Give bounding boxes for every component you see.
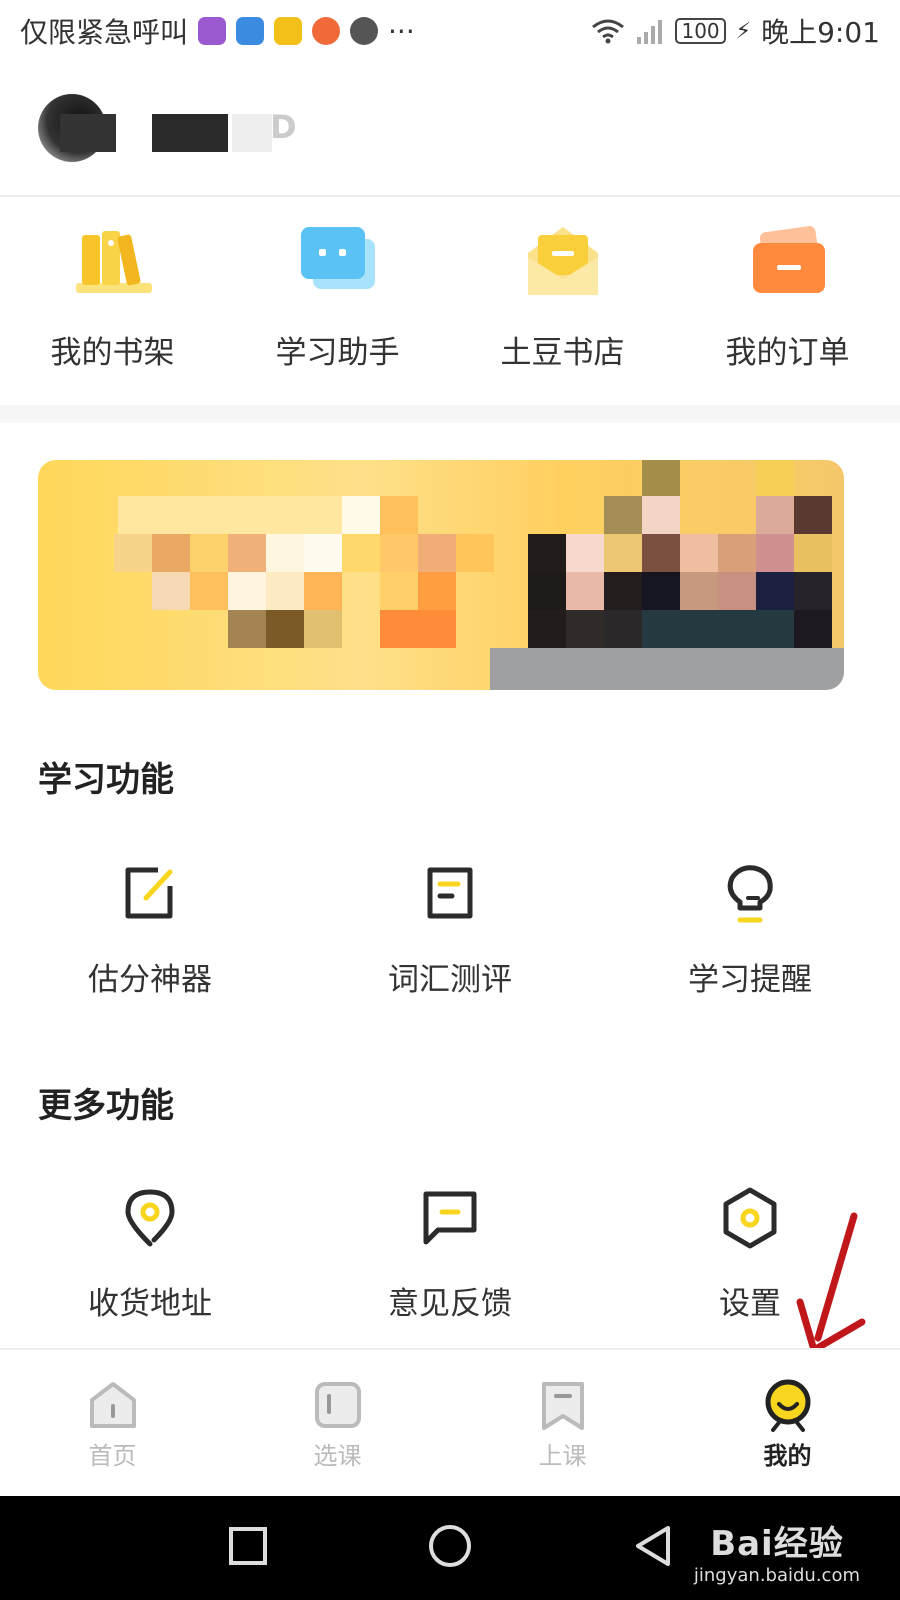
redacted-name-block (152, 114, 228, 152)
signal-icon (637, 20, 663, 44)
tab-mine[interactable]: 我的 (675, 1350, 900, 1496)
promo-banner[interactable] (38, 460, 844, 690)
func-score-estimator[interactable]: 估分神器 (0, 862, 300, 999)
chat-assistant-icon (300, 227, 375, 289)
func-label: 学习提醒 (688, 962, 812, 998)
app-notification-icon (198, 17, 227, 45)
course-icon (314, 1382, 361, 1428)
wechat-notification-icon (350, 17, 379, 45)
bottom-tab-bar: 首页 选课 上课 我的 (0, 1348, 900, 1496)
app-notification-icon (274, 17, 303, 45)
func-label: 估分神器 (88, 962, 212, 998)
quick-action-label: 土豆书店 (500, 335, 625, 371)
quick-action-label: 我的订单 (725, 335, 850, 371)
func-label: 意见反馈 (388, 1286, 512, 1322)
watermark-url: jingyan.baidu.com (693, 1565, 860, 1586)
document-icon (427, 867, 473, 919)
tab-label: 上课 (538, 1442, 587, 1470)
wallet-order-icon (752, 226, 825, 293)
feedback-icon (423, 1191, 477, 1245)
redacted-name-block (232, 114, 272, 152)
tab-label: 我的 (763, 1442, 812, 1470)
profile-face-icon (765, 1379, 810, 1432)
func-shipping-address[interactable]: 收货地址 (0, 1186, 300, 1323)
back-button-icon[interactable] (632, 1524, 672, 1568)
section-title-more: 更多功能 (38, 1086, 174, 1126)
quick-actions-row: 我的书架 学习助手 土豆书店 我的订单 (0, 197, 900, 407)
envelope-store-icon (527, 227, 598, 295)
status-bar: 仅限紧急呼叫 ··· 100 ⚡ 晚上9:01 (0, 0, 900, 62)
quick-action-label: 我的书架 (50, 335, 175, 371)
func-feedback[interactable]: 意见反馈 (300, 1186, 600, 1323)
app-notification-icon (312, 17, 341, 45)
func-label: 词汇测评 (388, 962, 512, 998)
watermark-brand: Bai经验 (710, 1524, 844, 1564)
baidu-watermark: Bai经验 jingyan.baidu.com (694, 1516, 860, 1586)
tab-courses[interactable]: 选课 (225, 1350, 450, 1496)
wifi-icon (592, 19, 625, 44)
section-title-study: 学习功能 (38, 760, 174, 800)
func-study-reminder[interactable]: 学习提醒 (600, 862, 900, 999)
tab-label: 选课 (313, 1442, 362, 1470)
quick-action-label: 学习助手 (275, 335, 400, 371)
tab-class[interactable]: 上课 (450, 1350, 675, 1496)
home-icon (89, 1382, 136, 1428)
edit-icon (125, 867, 173, 919)
more-functions-row: 收货地址 意见反馈 设置 (0, 1186, 900, 1323)
class-bookmark-icon (541, 1382, 584, 1430)
func-vocab-test[interactable]: 词汇测评 (300, 862, 600, 999)
bookshelf-icon (75, 231, 152, 293)
tab-label: 首页 (88, 1442, 137, 1470)
home-button-icon[interactable] (428, 1524, 472, 1568)
quick-action-bookshelf[interactable]: 我的书架 (0, 197, 225, 407)
func-label: 收货地址 (88, 1286, 212, 1322)
section-divider (0, 405, 900, 423)
charging-icon: ⚡ (735, 18, 752, 44)
profile-header[interactable]: D (0, 62, 900, 197)
quick-action-assistant[interactable]: 学习助手 (225, 197, 450, 407)
clock: 晚上9:01 (761, 16, 880, 49)
quick-action-orders[interactable]: 我的订单 (675, 197, 900, 407)
system-navigation-bar: Bai经验 jingyan.baidu.com (0, 1496, 900, 1600)
carrier-text: 仅限紧急呼叫 (20, 16, 189, 49)
more-notifications-icon: ··· (388, 14, 415, 48)
app-notification-icon (236, 17, 265, 45)
tab-home[interactable]: 首页 (0, 1350, 225, 1496)
location-pin-icon (125, 1189, 175, 1247)
study-functions-row: 估分神器 词汇测评 学习提醒 (0, 862, 900, 999)
annotation-arrow (796, 1212, 866, 1354)
settings-hex-icon (723, 1187, 777, 1249)
redacted-name-block (60, 114, 116, 152)
quick-action-bookstore[interactable]: 土豆书店 (450, 197, 675, 407)
user-name-fragment: D (270, 108, 297, 146)
func-label: 设置 (719, 1286, 781, 1322)
recents-button-icon[interactable] (228, 1526, 268, 1566)
battery-indicator: 100 (675, 18, 726, 44)
lightbulb-icon (727, 865, 773, 923)
